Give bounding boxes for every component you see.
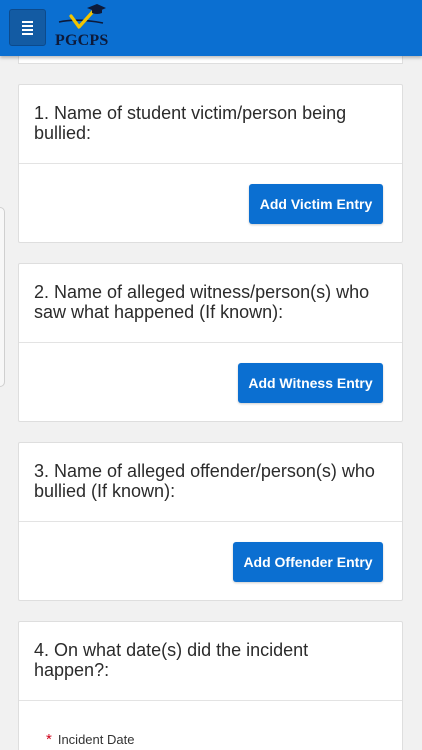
add-victim-entry-button[interactable]: Add Victim Entry — [249, 184, 383, 224]
hamburger-menu-icon — [22, 20, 33, 23]
question-text: Name of alleged offender/person(s) who b… — [34, 461, 375, 501]
add-offender-entry-button[interactable]: Add Offender Entry — [233, 542, 383, 582]
add-witness-entry-button[interactable]: Add Witness Entry — [238, 363, 383, 403]
witness-card: 2. Name of alleged witness/person(s) who… — [18, 263, 403, 422]
incident-date-card: 4. On what date(s) did the incident happ… — [18, 621, 403, 750]
required-marker: * — [46, 731, 52, 748]
question-number: 1. — [34, 103, 50, 123]
offender-card: 3. Name of alleged offender/person(s) wh… — [18, 442, 403, 601]
question-number: 2. — [34, 282, 50, 302]
card-question: 4. On what date(s) did the incident happ… — [19, 622, 402, 701]
question-number: 4. — [34, 640, 50, 660]
side-drawer-handle[interactable] — [0, 207, 5, 387]
question-text: Name of student victim/person being bull… — [34, 103, 347, 143]
question-text: Name of alleged witness/person(s) who sa… — [34, 282, 370, 322]
question-number: 3. — [34, 461, 50, 481]
card-question: 1. Name of student victim/person being b… — [19, 85, 402, 164]
card-question: 3. Name of alleged offender/person(s) wh… — [19, 443, 402, 522]
pgcps-logo[interactable]: PGCPS — [55, 2, 117, 52]
app-header: PGCPS — [0, 0, 422, 56]
incident-date-label: * Incident Date — [46, 731, 134, 748]
question-text: On what date(s) did the incident happen?… — [34, 640, 309, 680]
checkmark-graduation-cap-icon — [58, 4, 106, 29]
menu-button[interactable] — [9, 9, 46, 46]
incident-date-label-text: Incident Date — [57, 732, 135, 747]
logo-text: PGCPS — [55, 32, 109, 49]
victim-card: 1. Name of student victim/person being b… — [18, 84, 403, 243]
card-question: 2. Name of alleged witness/person(s) who… — [19, 264, 402, 343]
